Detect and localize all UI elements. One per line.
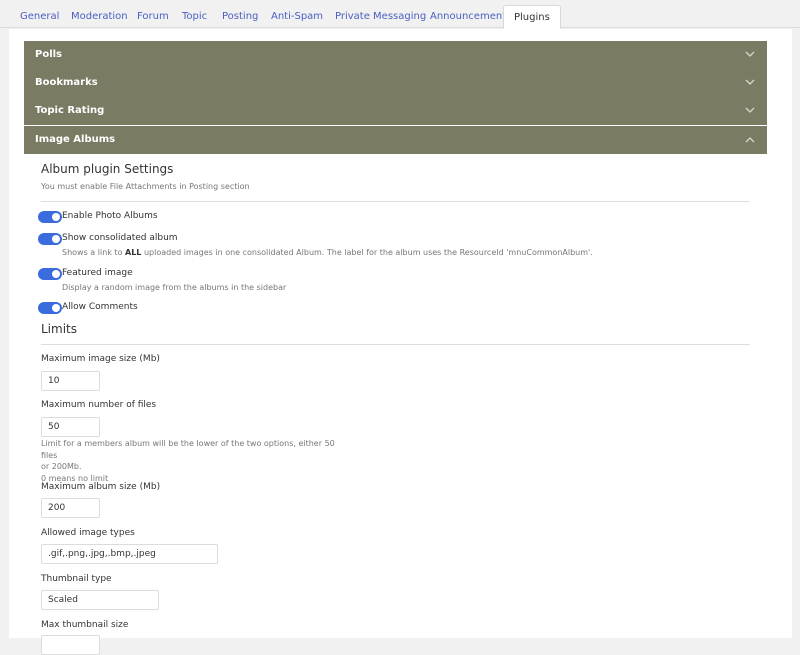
divider (41, 344, 750, 345)
show-consolidated-album-label: Show consolidated album (62, 233, 178, 243)
max-number-of-files-hint: Limit for a members album will be the lo… (41, 439, 335, 483)
accordion-label: Polls (35, 49, 63, 60)
allow-comments-label: Allow Comments (62, 302, 138, 312)
tab-anti-spam[interactable]: Anti-Spam (261, 5, 333, 29)
chevron-down-icon (745, 97, 757, 125)
max-album-size-input[interactable] (41, 498, 100, 518)
accordion-label: Bookmarks (35, 77, 98, 88)
divider (41, 201, 750, 202)
max-image-size-input[interactable] (41, 371, 100, 391)
chevron-down-icon (745, 69, 757, 97)
show-consolidated-album-description: Shows a link to ALL uploaded images in o… (62, 248, 593, 257)
allow-comments-toggle[interactable] (38, 302, 62, 314)
show-consolidated-album-toggle[interactable] (38, 233, 62, 245)
thumbnail-type-label: Thumbnail type (41, 574, 112, 584)
max-thumbnail-size-input[interactable] (41, 635, 100, 655)
enable-photo-albums-label: Enable Photo Albums (62, 211, 158, 221)
chevron-down-icon (745, 41, 757, 69)
accordion-bookmarks[interactable]: Bookmarks (24, 69, 767, 97)
accordion-topic-rating[interactable]: Topic Rating (24, 97, 767, 125)
accordion-polls[interactable]: Polls (24, 41, 767, 69)
allowed-image-types-label: Allowed image types (41, 528, 135, 538)
allowed-image-types-input[interactable] (41, 544, 218, 564)
album-settings-hint: You must enable File Attachments in Post… (41, 182, 250, 191)
limits-title: Limits (41, 322, 77, 336)
max-number-of-files-label: Maximum number of files (41, 400, 157, 410)
max-album-size-label: Maximum album size (Mb) (41, 482, 161, 492)
thumbnail-type-input[interactable] (41, 590, 159, 610)
settings-tab-bar: General Moderation Forum Topic Posting A… (0, 0, 800, 29)
featured-image-toggle[interactable] (38, 268, 62, 280)
tab-forum[interactable]: Forum (127, 5, 179, 29)
tab-topic[interactable]: Topic (172, 5, 217, 29)
tab-announcement[interactable]: Announcement (420, 5, 516, 29)
accordion-image-albums[interactable]: Image Albums (24, 126, 767, 154)
enable-photo-albums-toggle[interactable] (38, 211, 62, 223)
featured-image-label: Featured image (62, 268, 133, 278)
chevron-up-icon (745, 126, 757, 154)
tab-plugins[interactable]: Plugins (503, 5, 561, 29)
max-image-size-label: Maximum image size (Mb) (41, 354, 160, 364)
accordion-label: Image Albums (35, 134, 116, 145)
accordion-label: Topic Rating (35, 105, 105, 116)
featured-image-description: Display a random image from the albums i… (62, 283, 287, 292)
max-thumbnail-size-label: Max thumbnail size (41, 620, 129, 630)
max-number-of-files-input[interactable] (41, 417, 100, 437)
album-settings-title: Album plugin Settings (41, 162, 174, 176)
tab-posting[interactable]: Posting (212, 5, 268, 29)
